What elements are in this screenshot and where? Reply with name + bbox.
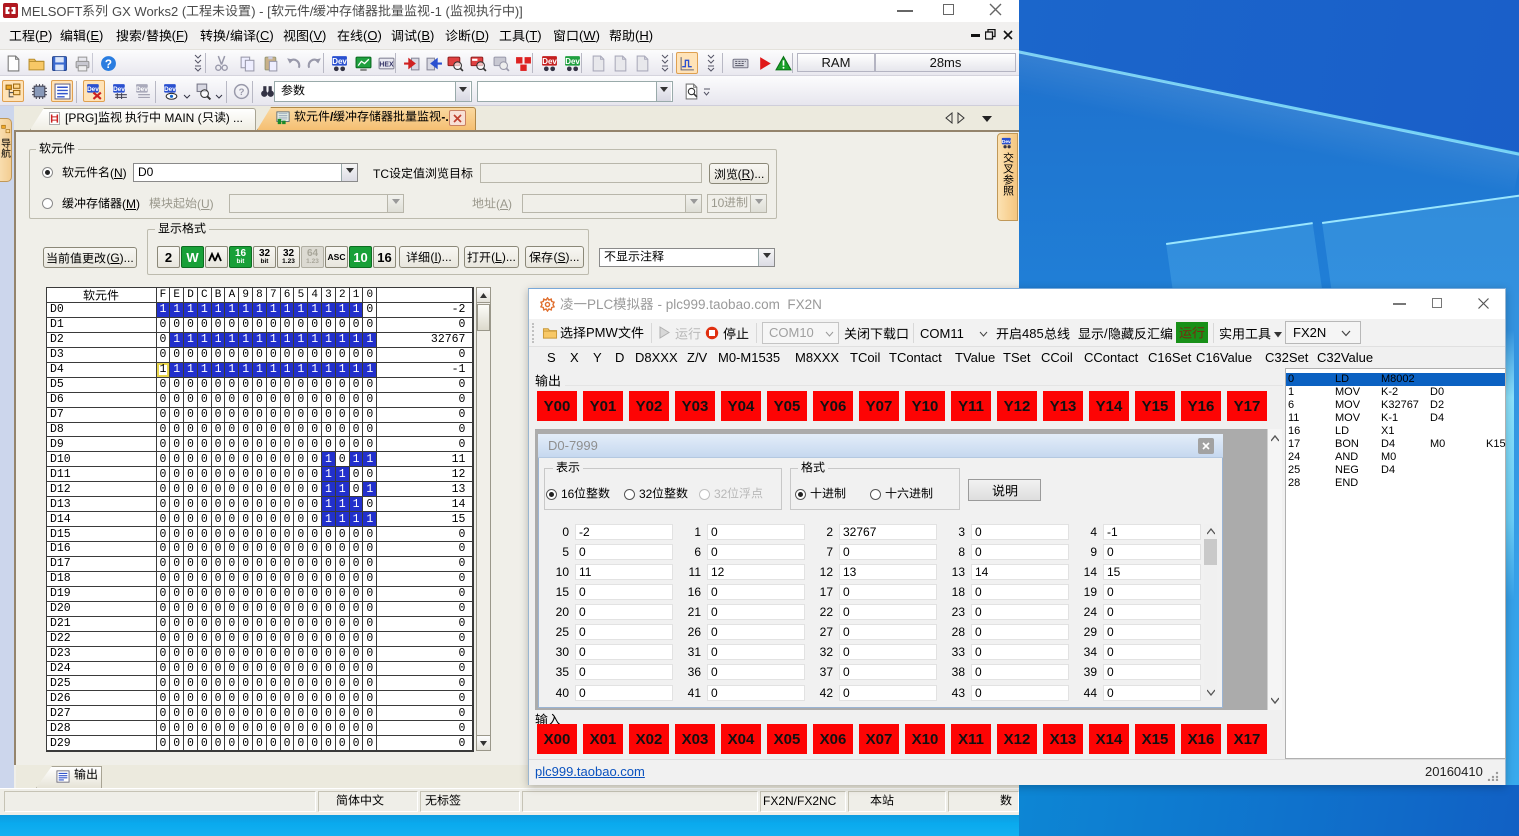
svg-text:Dev: Dev [542, 57, 557, 66]
svg-text:Dev: Dev [565, 57, 580, 66]
svg-text:Dev: Dev [136, 85, 148, 92]
svg-text:Dev: Dev [87, 85, 99, 92]
svg-text:Dev: Dev [164, 85, 176, 92]
svg-text:HEX: HEX [379, 61, 394, 68]
svg-text:?: ? [104, 57, 111, 70]
svg-text:Dev: Dev [332, 57, 347, 66]
svg-text:Dev: Dev [113, 85, 125, 92]
svg-text:Dev: Dev [1002, 139, 1011, 145]
svg-text:?: ? [238, 87, 244, 98]
